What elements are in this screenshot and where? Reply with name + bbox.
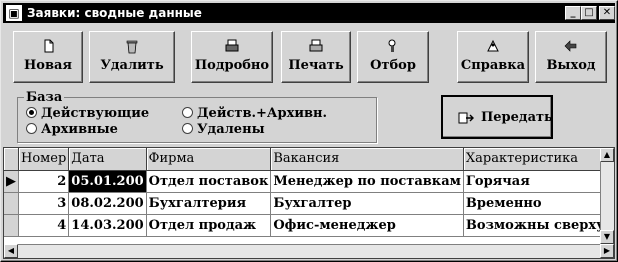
cell-feature[interactable]: Возможны сверхурочные xyxy=(463,214,614,237)
table-row[interactable]: 4 14.03.200 Отдел продаж Офис-менеджер В… xyxy=(4,214,614,237)
base-groupbox: База Действующие Архивные Действ.+Архивн… xyxy=(17,90,377,143)
radio-active-archive[interactable]: Действ.+Архивн. xyxy=(182,106,327,121)
cell-date[interactable]: 08.02.200 xyxy=(68,192,147,215)
header-row: Номер Дата Фирма Вакансия Характеристика xyxy=(4,148,614,171)
title-bar: ▣ Заявки: сводные данные _ □ ✕ xyxy=(3,3,615,23)
data-grid[interactable]: Номер Дата Фирма Вакансия Характеристика… xyxy=(3,147,615,259)
radio-active[interactable]: Действующие xyxy=(26,106,149,121)
printer-icon xyxy=(309,39,323,52)
col-vacancy-header[interactable]: Вакансия xyxy=(270,148,464,171)
col-number-header[interactable]: Номер xyxy=(18,148,70,171)
row-indicator xyxy=(4,214,19,237)
cell-date[interactable]: 14.03.200 xyxy=(68,214,147,237)
scroll-left-icon[interactable]: ◀ xyxy=(4,244,18,258)
radio-archive-label: Архивные xyxy=(41,122,118,137)
col-feature-header[interactable]: Характеристика xyxy=(463,148,614,171)
cell-vacancy[interactable]: Менеджер по поставкам xyxy=(270,170,464,193)
cell-feature[interactable]: Временно xyxy=(463,192,614,215)
maximize-button[interactable]: □ xyxy=(581,6,597,20)
table-row[interactable]: 3 08.02.200 Бухгалтерия Бухгалтер Времен… xyxy=(4,192,614,215)
new-label: Новая xyxy=(23,58,72,73)
filter-label: Отбор xyxy=(370,58,416,73)
cell-feature[interactable]: Горячая xyxy=(463,170,614,193)
cell-vacancy[interactable]: Бухгалтер xyxy=(270,192,464,215)
exit-label: Выход xyxy=(546,58,596,73)
help-label: Справка xyxy=(460,58,526,73)
transfer-button[interactable]: Передать xyxy=(441,95,553,139)
scroll-right-icon[interactable]: ▶ xyxy=(600,244,614,258)
document-icon xyxy=(44,39,54,53)
cell-vacancy[interactable]: Офис-менеджер xyxy=(270,214,464,237)
minimize-button[interactable]: _ xyxy=(565,6,581,20)
radio-active-label: Действующие xyxy=(41,106,150,121)
scroll-up-icon[interactable]: ▲ xyxy=(600,148,614,162)
horizontal-scrollbar[interactable]: ◀ ▶ xyxy=(4,244,614,258)
radio-indicator-off xyxy=(182,107,193,118)
col-date-header[interactable]: Дата xyxy=(68,148,147,171)
row-indicator-icon: ▶ xyxy=(4,170,19,193)
trash-icon xyxy=(126,40,138,54)
cell-date[interactable]: 05.01.200 xyxy=(68,170,147,193)
close-button[interactable]: ✕ xyxy=(599,6,615,20)
grid-table: Номер Дата Фирма Вакансия Характеристика… xyxy=(4,148,614,237)
radio-deleted-label: Удалены xyxy=(197,122,265,137)
radio-active-archive-label: Действ.+Архивн. xyxy=(197,106,328,121)
cell-number[interactable]: 2 xyxy=(18,170,70,193)
radio-indicator-off xyxy=(26,123,37,134)
radio-indicator-on xyxy=(26,107,37,118)
delete-button[interactable]: Удалить xyxy=(89,31,175,83)
help-icon xyxy=(487,39,499,52)
detail-button[interactable]: Подробно xyxy=(191,31,273,83)
new-button[interactable]: Новая xyxy=(13,31,83,83)
transfer-icon xyxy=(458,112,474,124)
cell-number[interactable]: 4 xyxy=(18,214,70,237)
main-window: ▣ Заявки: сводные данные _ □ ✕ Новая Уда… xyxy=(0,0,618,262)
indicator-header xyxy=(4,148,19,171)
cell-number[interactable]: 3 xyxy=(18,192,70,215)
radio-archive[interactable]: Архивные xyxy=(26,122,118,137)
cell-firm[interactable]: Отдел поставок xyxy=(146,170,272,193)
exit-icon xyxy=(564,40,577,52)
help-button[interactable]: Справка xyxy=(457,31,529,83)
detail-label: Подробно xyxy=(194,58,270,73)
row-indicator xyxy=(4,192,19,215)
window-title: Заявки: сводные данные xyxy=(27,6,202,20)
print-button[interactable]: Печать xyxy=(281,31,351,83)
cell-firm[interactable]: Бухгалтерия xyxy=(146,192,272,215)
base-legend: База xyxy=(24,90,65,105)
filter-icon xyxy=(388,39,396,52)
col-firm-header[interactable]: Фирма xyxy=(146,148,272,171)
transfer-label: Передать xyxy=(481,110,553,125)
radio-indicator-off xyxy=(182,123,193,134)
scroll-down-icon[interactable]: ▼ xyxy=(600,230,614,244)
delete-label: Удалить xyxy=(100,58,164,73)
printer-icon xyxy=(225,39,239,52)
filter-button[interactable]: Отбор xyxy=(357,31,429,83)
radio-deleted[interactable]: Удалены xyxy=(182,122,265,137)
table-row[interactable]: ▶ 2 05.01.200 Отдел поставок Менеджер по… xyxy=(4,170,614,193)
print-label: Печать xyxy=(288,58,344,73)
vertical-scrollbar[interactable]: ▲ ▼ xyxy=(600,148,614,244)
cell-firm[interactable]: Отдел продаж xyxy=(146,214,272,237)
exit-button[interactable]: Выход xyxy=(535,31,607,83)
app-icon: ▣ xyxy=(6,5,22,21)
